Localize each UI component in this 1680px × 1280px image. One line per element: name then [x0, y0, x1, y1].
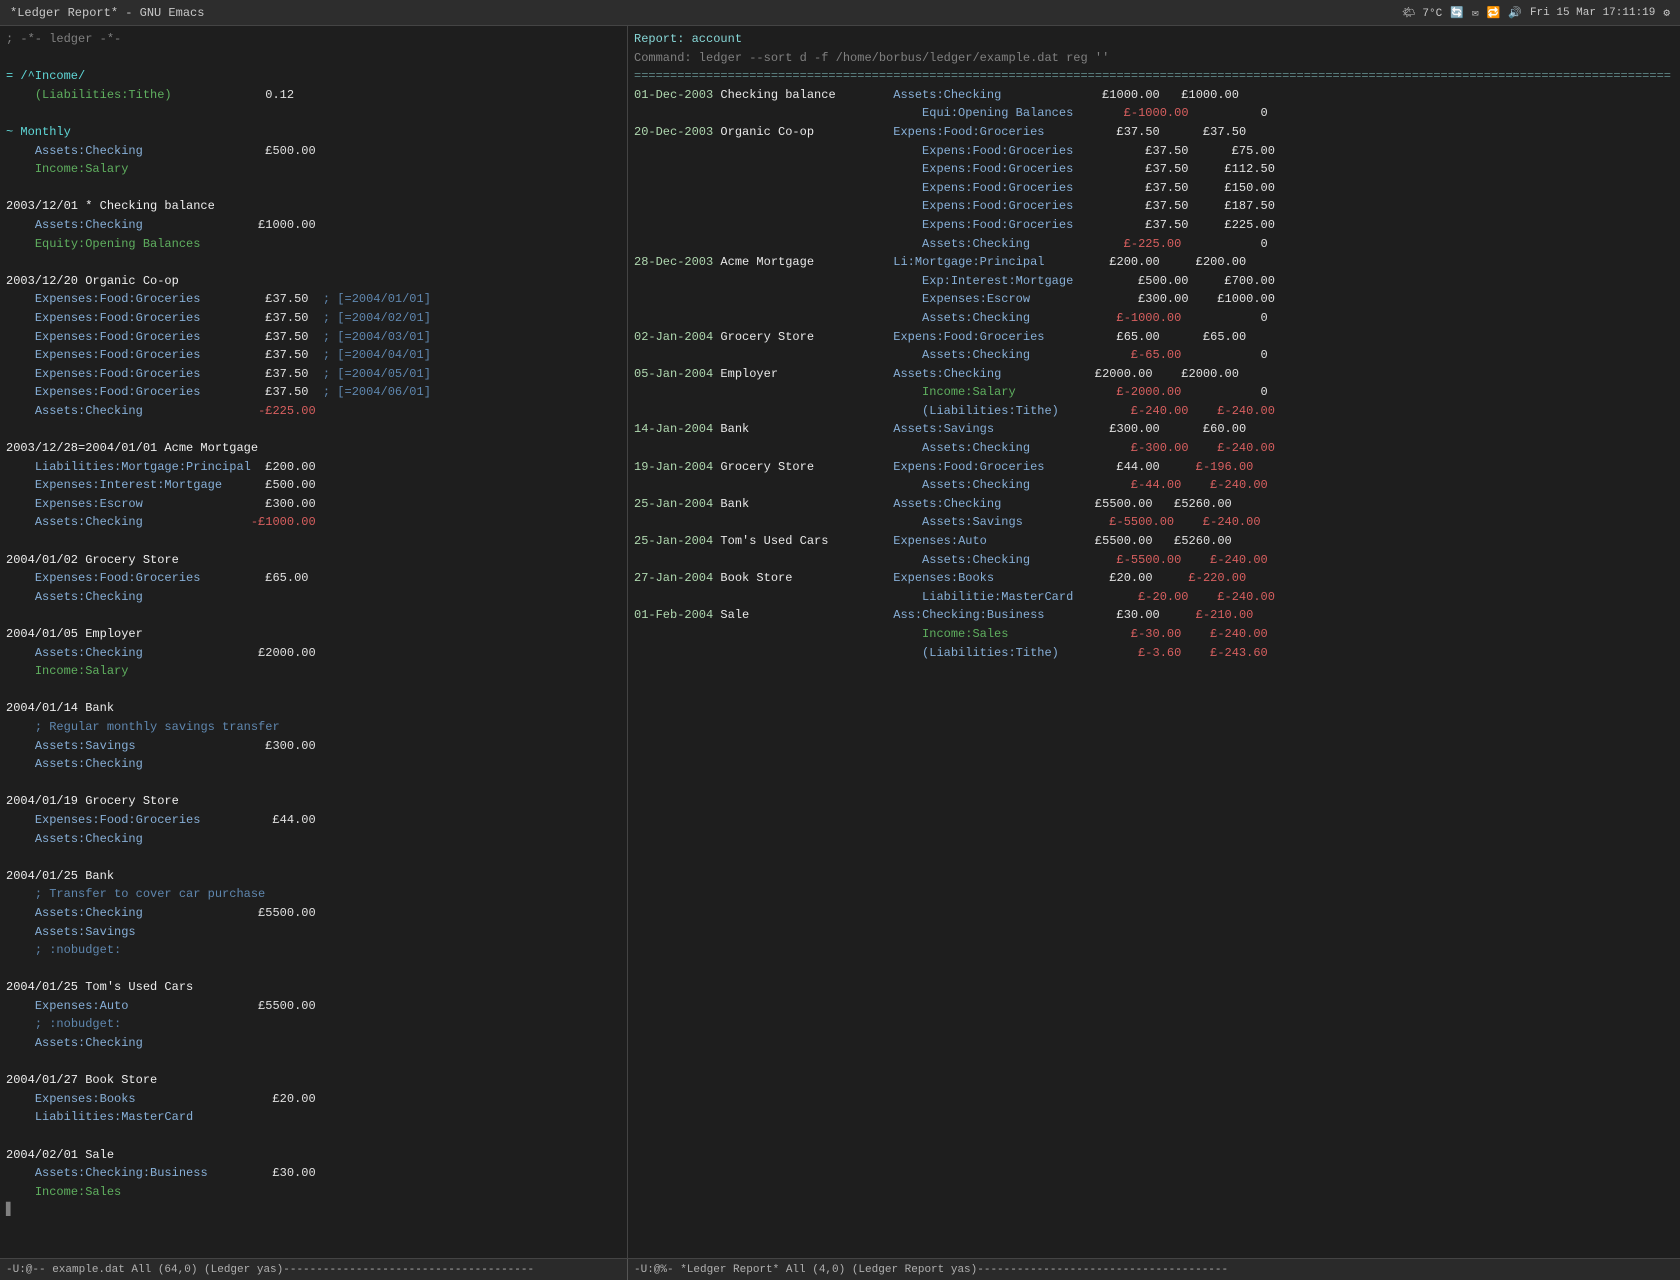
status-right: -U:@%- *Ledger Report* All (4,0) (Ledger…	[628, 1259, 1680, 1280]
refresh-icon: 🔄	[1450, 6, 1464, 20]
right-pane[interactable]: Report: account Command: ledger --sort d…	[628, 26, 1680, 1258]
email-icon: ✉	[1472, 6, 1479, 20]
system-tray: 🌤 7°C 🔄 ✉ 🔁 🔊 Fri 15 Mar 17:11:19 ⚙	[1402, 6, 1670, 20]
title-bar: *Ledger Report* - GNU Emacs 🌤 7°C 🔄 ✉ 🔁 …	[0, 0, 1680, 26]
left-pane[interactable]: ; -*- ledger -*- = /^Income/ (Liabilitie…	[0, 26, 628, 1258]
status-left: -U:@-- example.dat All (64,0) (Ledger ya…	[0, 1259, 628, 1280]
network-icon: 🔁	[1487, 6, 1501, 20]
settings-icon: ⚙	[1663, 6, 1670, 20]
main-area: ; -*- ledger -*- = /^Income/ (Liabilitie…	[0, 26, 1680, 1258]
datetime: Fri 15 Mar 17:11:19	[1530, 7, 1655, 19]
window-title: *Ledger Report* - GNU Emacs	[10, 6, 204, 20]
volume-icon: 🔊	[1508, 6, 1522, 20]
status-bar: -U:@-- example.dat All (64,0) (Ledger ya…	[0, 1258, 1680, 1280]
weather-icon: 🌤 7°C	[1402, 6, 1442, 20]
